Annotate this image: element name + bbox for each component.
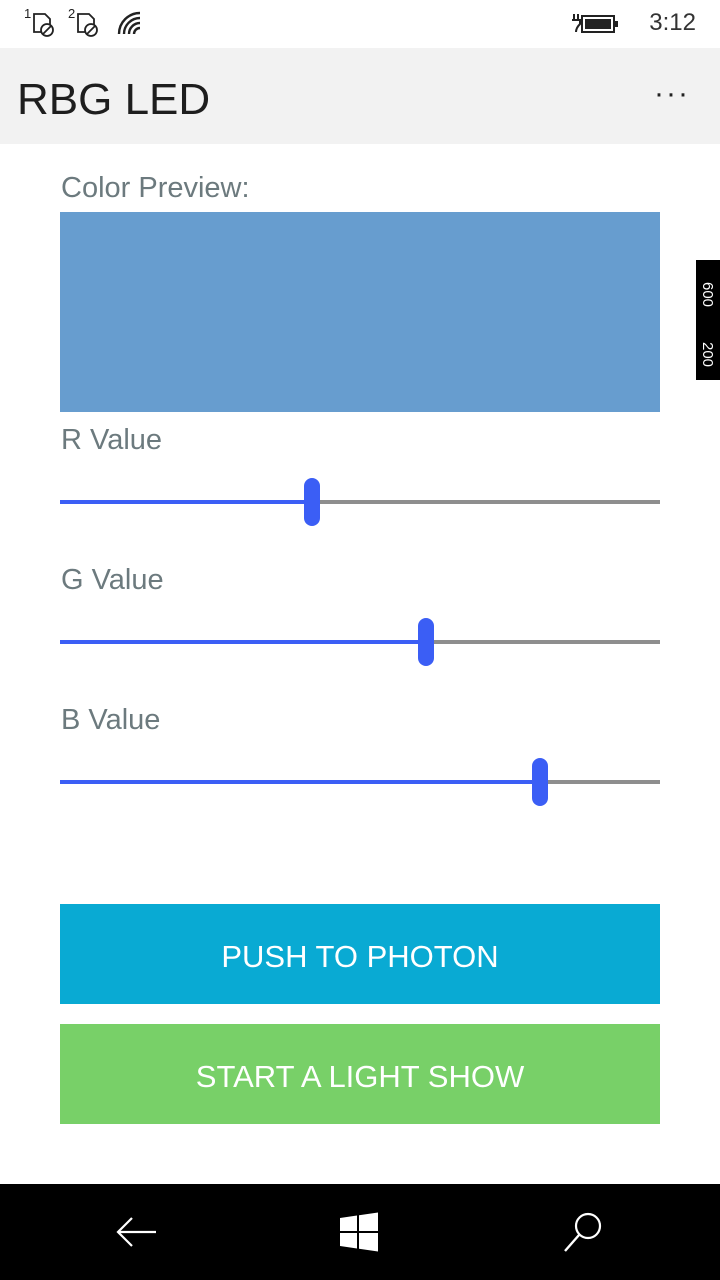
color-preview-label: Color Preview: bbox=[61, 172, 250, 204]
side-tag-line1: 600 bbox=[699, 282, 716, 308]
windows-start-icon[interactable] bbox=[336, 1208, 384, 1256]
sim1-no-service-icon: 1 bbox=[24, 6, 58, 38]
wifi-signal-icon bbox=[116, 10, 144, 41]
b-value-slider[interactable] bbox=[60, 757, 660, 807]
app-title: RBG LED bbox=[17, 75, 211, 124]
back-arrow-icon[interactable] bbox=[112, 1208, 160, 1256]
navigation-bar bbox=[0, 1184, 720, 1280]
status-clock: 3:12 bbox=[649, 9, 696, 36]
r-value-slider[interactable] bbox=[60, 477, 660, 527]
slider-fill bbox=[60, 640, 426, 644]
sim2-label: 2 bbox=[68, 6, 76, 21]
battery-charging-icon bbox=[570, 12, 620, 41]
g-value-label: G Value bbox=[61, 564, 164, 596]
slider-thumb[interactable] bbox=[418, 618, 434, 666]
slider-thumb[interactable] bbox=[532, 758, 548, 806]
side-overlay-tag: 600 200 bbox=[696, 260, 720, 380]
sim2-no-service-icon: 2 bbox=[68, 6, 102, 38]
color-preview-swatch bbox=[60, 212, 660, 412]
push-to-photon-button[interactable]: PUSH TO PHOTON bbox=[60, 904, 660, 1004]
b-value-label: B Value bbox=[61, 704, 161, 736]
status-bar: 1 2 3:12 bbox=[0, 0, 720, 48]
slider-thumb[interactable] bbox=[304, 478, 320, 526]
g-value-slider[interactable] bbox=[60, 617, 660, 667]
r-value-label: R Value bbox=[61, 424, 163, 456]
start-light-show-button[interactable]: START A LIGHT SHOW bbox=[60, 1024, 660, 1124]
slider-fill bbox=[60, 500, 312, 504]
sim1-label: 1 bbox=[24, 6, 32, 21]
side-tag-line2: 200 bbox=[699, 342, 716, 368]
slider-fill bbox=[60, 780, 540, 784]
search-icon[interactable] bbox=[560, 1208, 608, 1256]
more-options-button[interactable]: ··· bbox=[654, 79, 690, 109]
app-bar: RBG LED ··· bbox=[0, 48, 720, 144]
